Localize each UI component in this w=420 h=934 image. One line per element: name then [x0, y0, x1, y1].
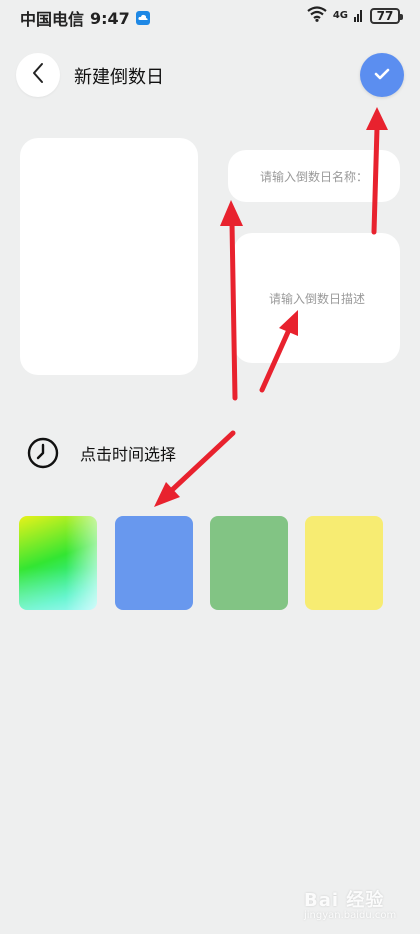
color-swatch-blue[interactable] [115, 516, 193, 610]
notification-app-icon [135, 11, 150, 25]
clock-time: 9:47 [90, 8, 130, 28]
wifi-icon [307, 6, 327, 26]
page-title: 新建倒数日 [74, 67, 164, 88]
cover-image-picker[interactable] [20, 138, 198, 375]
status-right: 4G 77 [307, 6, 403, 26]
status-left: 中国电信 9:47 [20, 6, 150, 30]
color-swatch-green[interactable] [210, 516, 288, 610]
battery-level: 77 [376, 9, 394, 23]
color-swatch-yellow[interactable] [305, 516, 383, 610]
status-bar: 中国电信 9:47 4G 77 [0, 0, 420, 32]
countdown-description-input[interactable]: 请输入倒数日描述 [234, 233, 400, 363]
watermark: Bai 经验 jingyan.baidu.com [298, 878, 416, 928]
time-picker-label: 点击时间选择 [80, 445, 177, 464]
confirm-button[interactable] [360, 53, 404, 97]
name-placeholder: 请输入倒数日名称： [259, 169, 368, 184]
countdown-name-input[interactable]: 请输入倒数日名称： [228, 150, 400, 202]
network-type: 4G [332, 10, 348, 21]
battery-indicator: 77 [370, 8, 403, 24]
description-placeholder: 请输入倒数日描述 [268, 291, 365, 306]
color-swatch-gradient[interactable] [19, 516, 97, 610]
time-picker-row[interactable]: 点击时间选择 [26, 436, 176, 470]
checkmark-icon [374, 66, 390, 85]
carrier-name: 中国电信 [20, 10, 85, 29]
chevron-left-icon [31, 62, 45, 88]
watermark-main: Bai 经验 [304, 890, 385, 911]
watermark-sub: jingyan.baidu.com [304, 910, 397, 921]
clock-icon [26, 436, 60, 470]
back-button[interactable] [16, 53, 60, 97]
cellular-signal-icon [354, 7, 364, 26]
